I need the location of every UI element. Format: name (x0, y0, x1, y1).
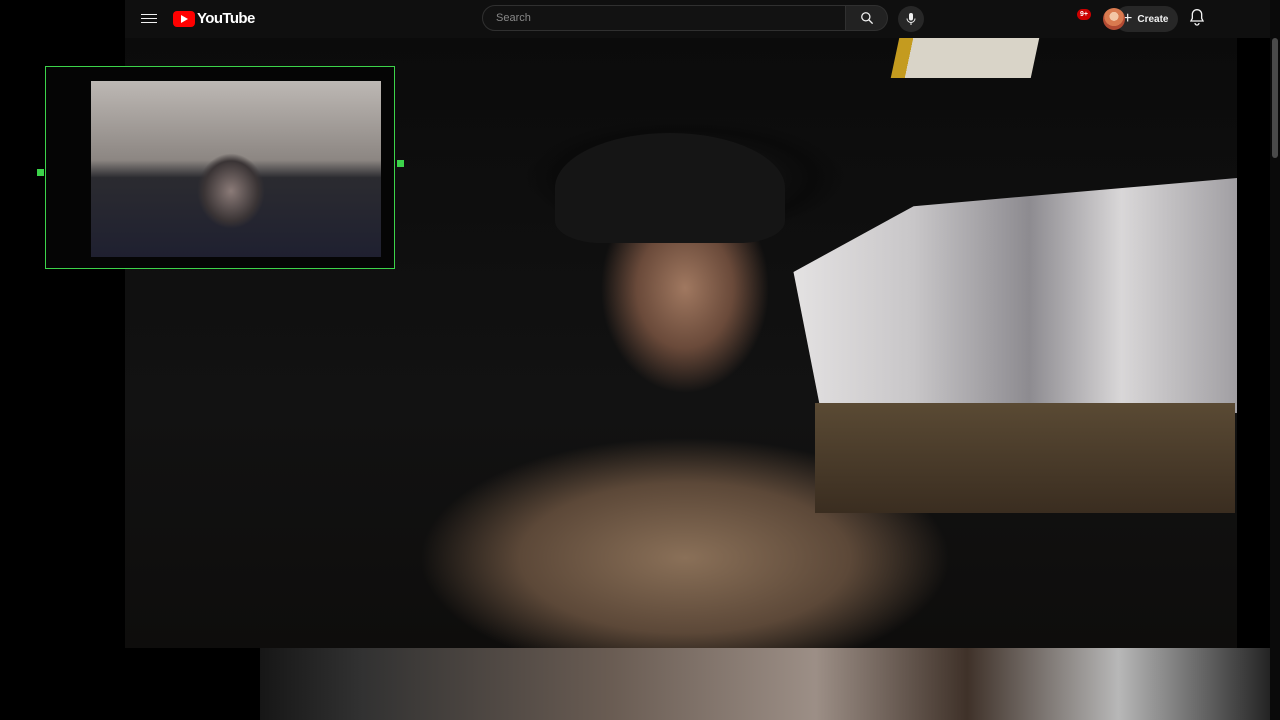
voice-search-button[interactable] (898, 6, 924, 32)
resize-handle-left[interactable] (37, 169, 44, 176)
video-car-window (793, 178, 1237, 413)
webcam-feed (91, 81, 381, 257)
video-dashboard (815, 403, 1235, 513)
youtube-play-icon (173, 10, 195, 27)
search-input[interactable] (494, 11, 845, 25)
video-sticker-decoration (890, 38, 1040, 78)
video-glitch-strip (260, 648, 1270, 720)
video-person-cap (555, 133, 785, 243)
logo-text: YouTube (197, 10, 255, 27)
page-scrollbar[interactable] (1270, 0, 1280, 720)
create-label: Create (1137, 13, 1169, 25)
hamburger-menu-icon[interactable] (141, 11, 157, 27)
search-button[interactable] (846, 5, 888, 31)
youtube-logo[interactable]: YouTube (173, 10, 255, 27)
user-avatar[interactable] (1103, 8, 1125, 30)
search-icon (860, 12, 873, 24)
masthead: YouTube + Create (125, 0, 1270, 38)
search-box[interactable] (482, 5, 846, 31)
webcam-overlay[interactable] (45, 66, 395, 269)
resize-handle-right[interactable] (397, 160, 404, 167)
notifications-button[interactable] (1189, 8, 1211, 30)
scrollbar-thumb[interactable] (1272, 38, 1278, 158)
notification-badge: 9+ (1077, 9, 1091, 20)
microphone-icon (906, 13, 916, 25)
bell-icon (1189, 8, 1205, 26)
